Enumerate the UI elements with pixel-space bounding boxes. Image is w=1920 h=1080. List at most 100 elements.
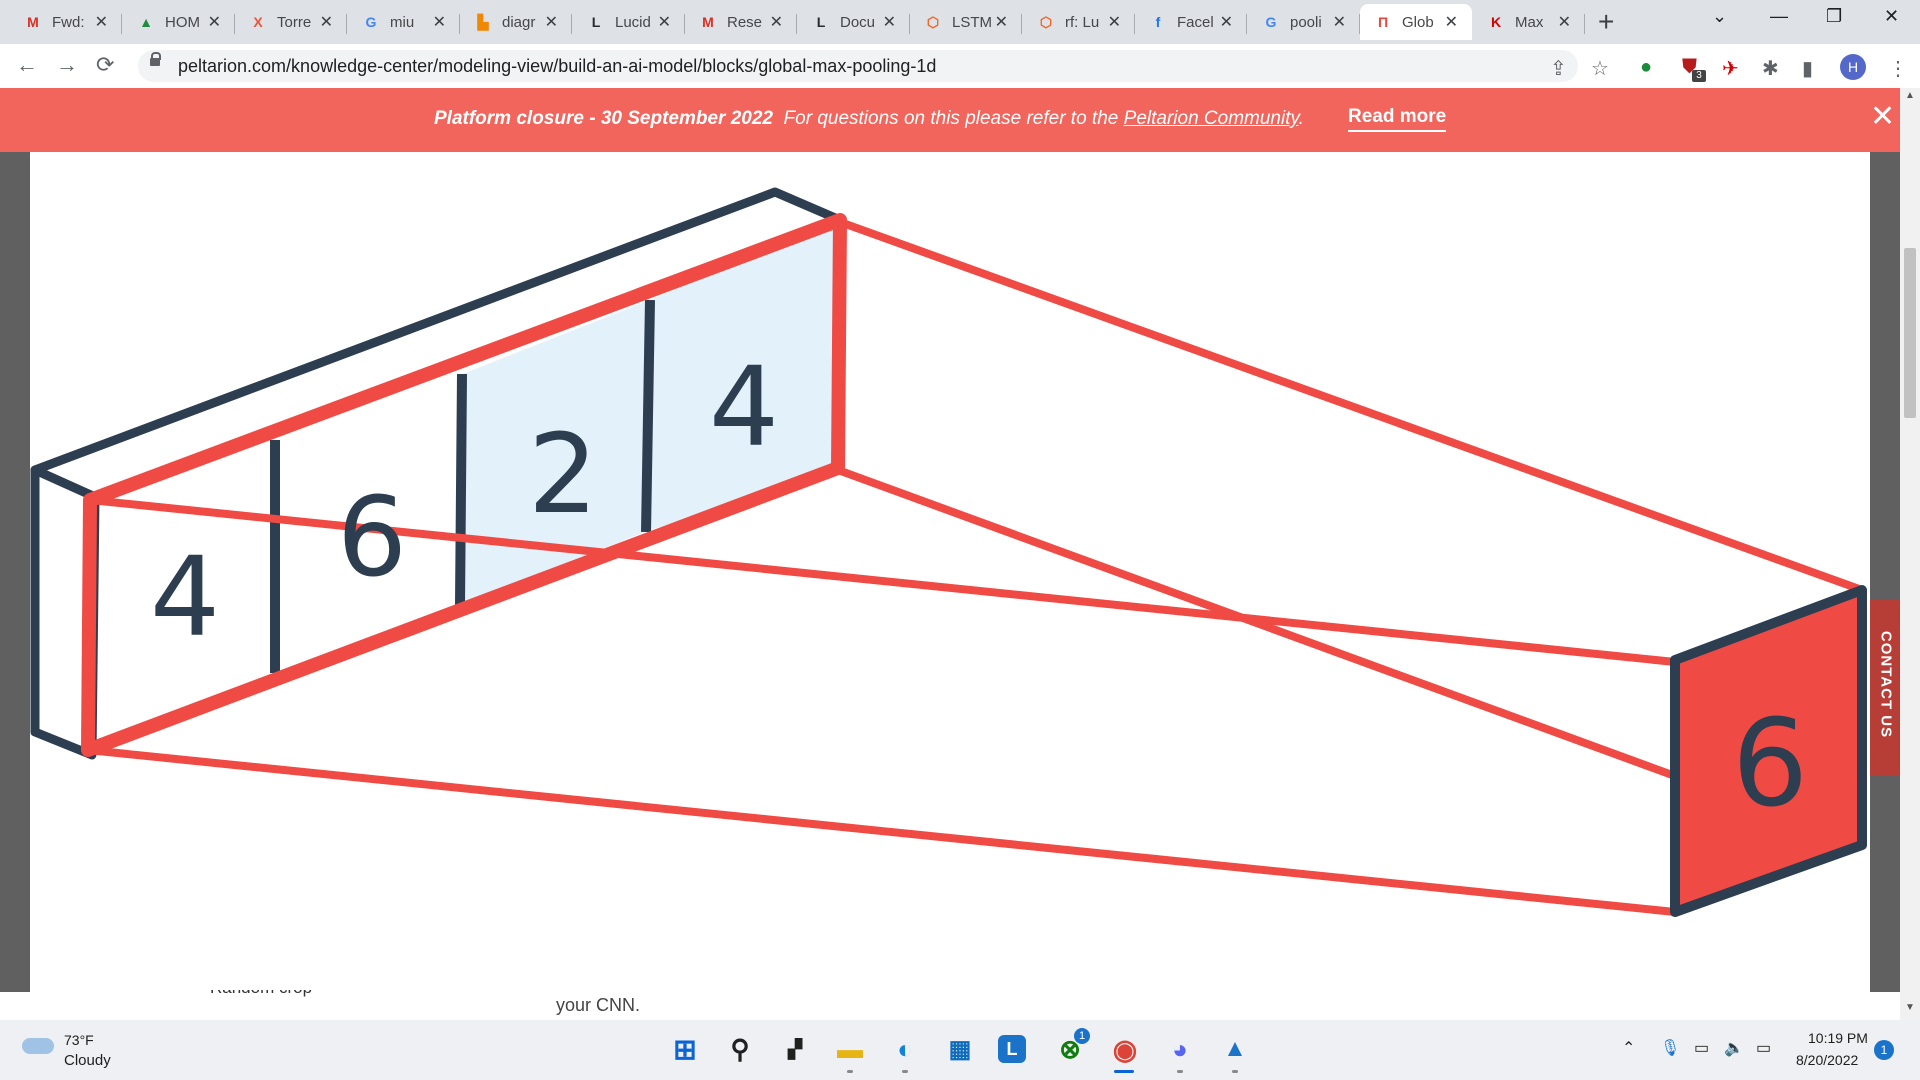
photos-icon[interactable]: ▲ <box>1218 1032 1252 1066</box>
battery-icon[interactable]: ▭ <box>1756 1038 1771 1058</box>
closure-banner: Platform closure - 30 September 2022 For… <box>0 88 1900 152</box>
close-icon[interactable]: ✕ <box>1870 102 1895 132</box>
input-value-3: 2 <box>528 410 598 538</box>
side-panel-icon[interactable]: ▮ <box>1802 56 1813 81</box>
search-icon[interactable]: ⚲ <box>723 1032 757 1066</box>
browser-tab[interactable]: Π Glob ✕ <box>1360 4 1472 40</box>
chrome-icon[interactable]: ◉ <box>1108 1032 1142 1066</box>
running-indicator <box>1177 1070 1183 1073</box>
extension-flag-icon[interactable]: ✈ <box>1722 56 1739 81</box>
reload-button[interactable]: ⟳ <box>96 52 114 78</box>
bookmark-star-icon[interactable]: ☆ <box>1591 56 1609 81</box>
tab-close-icon[interactable]: ✕ <box>658 12 671 32</box>
tab-close-icon[interactable]: ✕ <box>770 12 783 32</box>
task-view-icon[interactable]: ▞ <box>778 1032 812 1066</box>
weather-temperature[interactable]: 73°F <box>64 1032 94 1048</box>
tab-close-icon[interactable]: ✕ <box>1108 12 1121 32</box>
browser-tab[interactable]: f Facel ✕ <box>1135 4 1247 40</box>
scroll-thumb[interactable] <box>1904 248 1916 418</box>
browser-tab[interactable]: ⬡ rf: Lu ✕ <box>1023 4 1135 40</box>
tab-close-icon[interactable]: ✕ <box>995 12 1008 32</box>
url-text[interactable]: peltarion.com/knowledge-center/modeling-… <box>178 56 936 77</box>
tab-search-icon[interactable]: ⌄ <box>1712 6 1727 27</box>
gmail-icon: M <box>27 14 39 30</box>
menu-kebab-icon[interactable]: ⋮ <box>1888 56 1908 81</box>
browser-tab[interactable]: ▙ diagr ✕ <box>460 4 572 40</box>
edge-icon[interactable]: ◐ <box>888 1032 922 1066</box>
cloud-icon[interactable] <box>22 1038 54 1054</box>
chevron-up-icon[interactable]: ⌃ <box>1622 1038 1635 1058</box>
tab-close-icon[interactable]: ✕ <box>1558 12 1571 32</box>
tab-close-icon[interactable]: ✕ <box>545 12 558 32</box>
browser-tab[interactable]: L Docu ✕ <box>798 4 910 40</box>
browser-tab[interactable]: Gpooli ✕ <box>1248 4 1360 40</box>
share-icon[interactable]: ⇪ <box>1550 56 1567 81</box>
underlying-page-text: Random crop your CNN. <box>0 978 1900 1020</box>
tab-title: Torre <box>277 13 312 31</box>
cell-divider-2 <box>455 373 467 606</box>
microphone-icon[interactable]: 🎙 <box>1660 1038 1680 1058</box>
browser-tab[interactable]: K Max ✕ <box>1473 4 1585 40</box>
tab-title: pooli <box>1290 13 1322 31</box>
tab-close-icon[interactable]: ✕ <box>883 12 896 32</box>
windows-start-icon[interactable]: ⊞ <box>668 1032 702 1066</box>
taskbar: 73°F Cloudy ⊞ ⚲ ▞ ▬ ◐ ▦ L ⊗ 1 ◉ ◕ ▲ ⌃ 🎙 … <box>0 1020 1920 1080</box>
tab-close-icon[interactable]: ✕ <box>1220 12 1233 32</box>
running-indicator <box>902 1070 908 1073</box>
volume-icon[interactable]: 🔈 <box>1724 1038 1744 1058</box>
browser-tab[interactable]: X Torre ✕ <box>235 4 347 40</box>
minimize-button[interactable]: — <box>1770 6 1788 27</box>
browser-tab[interactable]: Gmiu ✕ <box>348 4 460 40</box>
peltarion-community-link[interactable]: Peltarion Community <box>1124 108 1299 129</box>
projection-line-left <box>89 496 1676 666</box>
contact-us-label[interactable]: CONTACT US <box>1878 607 1895 763</box>
profile-avatar[interactable]: H <box>1840 54 1866 80</box>
scroll-up-icon[interactable]: ▲ <box>1905 90 1915 101</box>
browser-tab[interactable]: ▲ HOM ✕ <box>123 4 235 40</box>
extensions-puzzle-icon[interactable]: ✱ <box>1762 56 1779 81</box>
running-indicator <box>1232 1070 1238 1073</box>
close-window-button[interactable]: ✕ <box>1884 6 1899 27</box>
lock-icon[interactable] <box>150 52 161 66</box>
cell-divider-3 <box>641 299 655 533</box>
tab-title: Lucid <box>615 13 651 31</box>
browser-tab[interactable]: ⬡ LSTM ✕ <box>910 4 1022 40</box>
discord-icon[interactable]: ◕ <box>1163 1032 1197 1066</box>
k-brand-icon: K <box>1490 14 1502 30</box>
scrollbar[interactable]: ▲ ▼ <box>1900 88 1920 1020</box>
weather-condition[interactable]: Cloudy <box>64 1052 111 1069</box>
pooling-diagram: 4 6 2 4 6 <box>30 152 1870 990</box>
input-value-4: 4 <box>709 343 779 471</box>
contact-us-tab[interactable]: CONTACT US <box>1870 600 1900 776</box>
xbox-badge: 1 <box>1074 1028 1090 1044</box>
clock-time[interactable]: 10:19 PM <box>1808 1030 1868 1046</box>
tab-close-icon[interactable]: ✕ <box>1445 12 1458 32</box>
back-button[interactable]: ← <box>16 52 38 78</box>
lucid-app-icon[interactable]: L <box>998 1035 1026 1063</box>
tab-close-icon[interactable]: ✕ <box>320 12 333 32</box>
file-explorer-icon[interactable]: ▬ <box>833 1032 867 1066</box>
tab-close-icon[interactable]: ✕ <box>433 12 446 32</box>
network-icon[interactable]: ▭ <box>1694 1038 1709 1058</box>
tab-close-icon[interactable]: ✕ <box>1333 12 1346 32</box>
lucid-icon: L <box>591 14 601 30</box>
read-more-link[interactable]: Read more <box>1348 106 1447 132</box>
browser-tab[interactable]: M Rese ✕ <box>685 4 797 40</box>
tab-separator <box>571 14 572 34</box>
address-bar[interactable]: peltarion.com/knowledge-center/modeling-… <box>138 50 1578 82</box>
scroll-down-icon[interactable]: ▼ <box>1905 1002 1915 1013</box>
extension-badge: 3 <box>1692 70 1706 82</box>
new-tab-button[interactable]: + <box>1598 8 1614 36</box>
tab-close-icon[interactable]: ✕ <box>208 12 221 32</box>
tab-close-icon[interactable]: ✕ <box>95 12 108 32</box>
extension-globe-icon[interactable]: ● <box>1640 56 1652 79</box>
clock-date[interactable]: 8/20/2022 <box>1796 1052 1858 1068</box>
restore-button[interactable]: ❐ <box>1826 6 1842 27</box>
running-indicator <box>847 1070 853 1073</box>
browser-tab[interactable]: L Lucid ✕ <box>573 4 685 40</box>
notification-badge[interactable]: 1 <box>1874 1040 1894 1060</box>
overlay-right <box>1870 152 1900 992</box>
forward-button[interactable]: → <box>56 52 78 78</box>
browser-tab[interactable]: M Fwd: ✕ <box>10 4 122 40</box>
store-icon[interactable]: ▦ <box>943 1032 977 1066</box>
